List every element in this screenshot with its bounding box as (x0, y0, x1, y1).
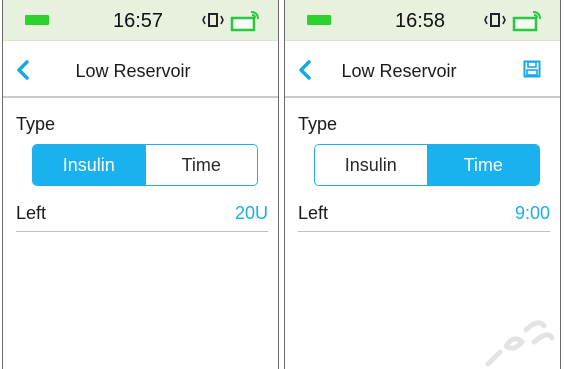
battery-level-icon (25, 15, 49, 25)
type-label: Type (16, 114, 56, 134)
left-setting-row[interactable]: Left 9:00 (298, 196, 550, 232)
vibrate-icon (484, 13, 506, 27)
screen-insulin-mode: 16:57 Low Reservoir Type Insulin Time Le… (2, 0, 279, 369)
status-bar: 16:58 (285, 0, 560, 41)
insulin-option-button[interactable]: Insulin (315, 145, 428, 185)
screen-time-mode: 16:58 Low Reservoir Type Insulin Time Le… (284, 0, 561, 369)
status-time: 16:58 (395, 10, 446, 32)
battery-signal-icon (230, 11, 259, 32)
insulin-option-button[interactable]: Insulin (33, 145, 146, 185)
status-time: 16:57 (113, 10, 164, 32)
title-bar: Low Reservoir (3, 41, 278, 98)
left-value: 9:00 (514, 203, 550, 223)
left-label: Left (16, 203, 47, 223)
left-value: 20U (234, 203, 268, 223)
vibrate-icon (202, 13, 224, 27)
type-label: Type (298, 114, 338, 134)
left-setting-row[interactable]: Left 20U (16, 196, 268, 232)
type-segmented-control: Insulin Time (314, 144, 540, 186)
time-option-button[interactable]: Time (427, 145, 539, 185)
page-title: Low Reservoir (341, 61, 457, 81)
status-bar: 16:57 (3, 0, 278, 41)
left-label: Left (298, 203, 329, 223)
battery-level-icon (307, 15, 331, 25)
title-bar: Low Reservoir (285, 41, 560, 98)
battery-signal-icon (512, 11, 541, 32)
page-title: Low Reservoir (75, 61, 191, 81)
type-segmented-control: Insulin Time (32, 144, 258, 186)
time-option-button[interactable]: Time (145, 145, 257, 185)
save-icon[interactable] (523, 60, 541, 78)
chevron-left-icon[interactable] (15, 59, 33, 81)
